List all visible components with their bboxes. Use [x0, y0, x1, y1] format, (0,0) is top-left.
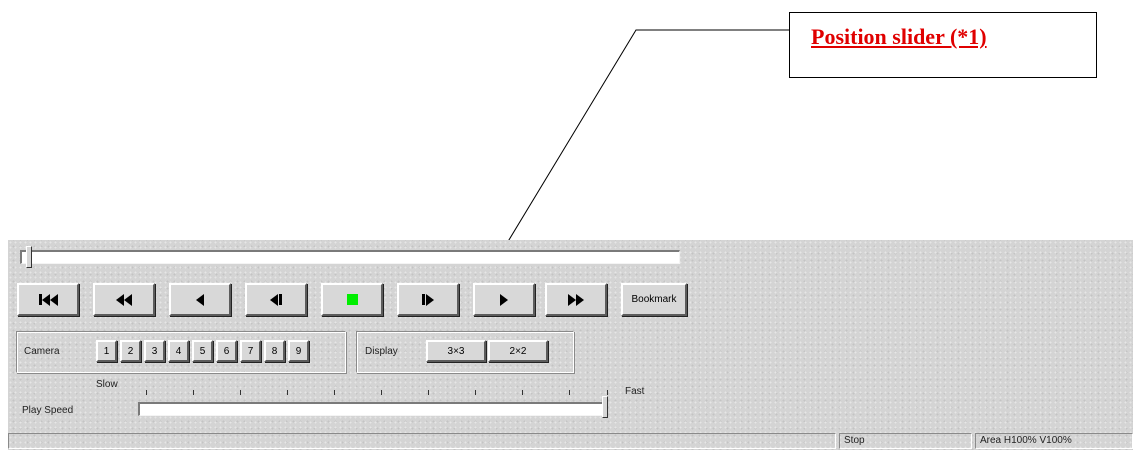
play-icon [500, 293, 508, 306]
speed-tick [240, 390, 241, 395]
display-label: Display [365, 346, 398, 357]
camera-label: Camera [24, 346, 60, 357]
display-group: Display 3×3 2×2 [356, 331, 574, 373]
skip-to-start-icon [38, 293, 58, 306]
position-slider-track[interactable] [20, 250, 680, 264]
status-area: Area H100% V100% [975, 433, 1133, 449]
speed-tick [607, 390, 608, 395]
camera-button-8[interactable]: 8 [264, 340, 285, 362]
camera-button-1[interactable]: 1 [96, 340, 117, 362]
speed-tick [381, 390, 382, 395]
camera-button-3[interactable]: 3 [144, 340, 165, 362]
play-speed-slider-thumb[interactable] [602, 396, 608, 418]
stop-button[interactable] [321, 283, 383, 316]
camera-button-5[interactable]: 5 [192, 340, 213, 362]
display-3x3-button[interactable]: 3×3 [426, 340, 486, 362]
status-state: Stop [839, 433, 972, 449]
speed-tick [569, 390, 570, 395]
speed-tick [146, 390, 147, 395]
callout-box: Position slider (*1) [789, 12, 1097, 78]
fast-forward-icon [568, 293, 584, 306]
step-forward-icon [422, 293, 434, 306]
speed-tick [287, 390, 288, 395]
display-2x2-button[interactable]: 2×2 [488, 340, 548, 362]
camera-button-4[interactable]: 4 [168, 340, 189, 362]
play-button[interactable] [473, 283, 535, 316]
step-back-button[interactable] [245, 283, 307, 316]
speed-tick [428, 390, 429, 395]
status-message [8, 433, 836, 449]
position-slider-thumb[interactable] [26, 246, 32, 268]
callout-label: Position slider (*1) [811, 24, 987, 49]
speed-tick [475, 390, 476, 395]
fast-rewind-icon [116, 293, 132, 306]
bookmark-label: Bookmark [631, 294, 677, 305]
speed-tick [193, 390, 194, 395]
camera-button-9[interactable]: 9 [288, 340, 309, 362]
stop-icon [346, 294, 358, 305]
speed-slow-label: Slow [96, 379, 118, 390]
reverse-play-button[interactable] [169, 283, 231, 316]
speed-tick [522, 390, 523, 395]
speed-fast-label: Fast [625, 386, 645, 397]
step-back-icon [270, 293, 282, 306]
step-forward-button[interactable] [397, 283, 459, 316]
camera-group: Camera 1 2 3 4 5 6 7 8 9 [16, 331, 346, 373]
playback-control-panel: Bookmark Camera 1 2 3 4 5 6 7 8 9 Displa… [8, 240, 1133, 450]
play-speed-slider-track[interactable] [138, 402, 608, 416]
camera-button-7[interactable]: 7 [240, 340, 261, 362]
speed-tick [334, 390, 335, 395]
skip-to-start-button[interactable] [17, 283, 79, 316]
status-bar: Stop Area H100% V100% [8, 431, 1133, 450]
reverse-play-icon [196, 293, 204, 306]
fast-forward-button[interactable] [545, 283, 607, 316]
camera-button-2[interactable]: 2 [120, 340, 141, 362]
bookmark-button[interactable]: Bookmark [621, 283, 687, 316]
fast-rewind-button[interactable] [93, 283, 155, 316]
camera-button-6[interactable]: 6 [216, 340, 237, 362]
play-speed-label: Play Speed [22, 405, 74, 416]
